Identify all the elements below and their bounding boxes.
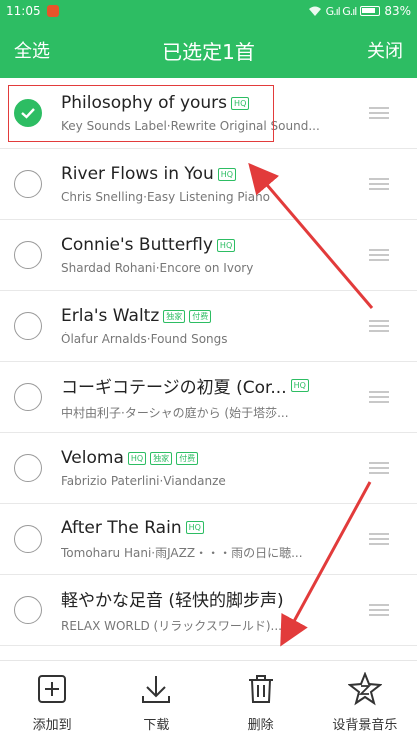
song-title-line: コーギコテージの初夏 (Cor... HQ <box>61 373 359 398</box>
drag-handle-icon[interactable] <box>369 107 389 119</box>
delete-button[interactable]: 删除 <box>209 661 313 744</box>
song-title: After The Rain <box>61 517 182 538</box>
quality-badge: HQ <box>217 167 237 181</box>
drag-handle-icon[interactable] <box>369 249 389 261</box>
drag-handle-icon[interactable] <box>369 391 389 403</box>
quality-badge: HQ <box>127 451 147 465</box>
song-row[interactable]: コーギコテージの初夏 (Cor... HQ 中村由利子·ターシャの庭から (始于塔莎… <box>0 362 417 433</box>
download-label: 下载 <box>143 718 170 733</box>
wifi-icon <box>308 6 322 17</box>
download-button[interactable]: 下载 <box>104 661 208 744</box>
song-subtitle: Shardad Rohani·Encore on Ivory <box>61 261 254 275</box>
song-subtitle: Ólafur Arnalds·Found Songs <box>61 332 228 346</box>
song-title-line: Erla's Waltz 独家 付费 <box>61 306 359 326</box>
song-list: Philosophy of yours HQ Key Sounds Label·Re… <box>0 78 417 646</box>
drag-handle-icon[interactable] <box>369 604 389 616</box>
download-icon <box>139 672 173 706</box>
bottom-action-bar: 添加到 下载 删除 设背景音乐 <box>0 660 417 744</box>
song-info: コーギコテージの初夏 (Cor... HQ 中村由利子·ターシャの庭から (始于塔莎… <box>61 373 359 421</box>
select-all-button[interactable]: 全选 <box>14 37 50 63</box>
quality-badge: HQ <box>216 238 236 252</box>
song-row[interactable]: After The Rain HQ Tomoharu Hani·雨JAZZ・・・雨の… <box>0 504 417 575</box>
quality-badge: HQ <box>231 96 250 110</box>
song-info: After The Rain HQ Tomoharu Hani·雨JAZZ・・・雨の… <box>61 518 359 561</box>
unchecked-checkbox[interactable] <box>14 596 42 624</box>
unchecked-checkbox[interactable] <box>14 312 42 340</box>
quality-badge: HQ <box>185 521 204 534</box>
notification-app-icon <box>46 5 59 17</box>
quality-badge: HQ <box>290 379 309 392</box>
star-z-icon <box>347 672 382 706</box>
song-info: Erla's Waltz 独家 付费 Ólafur Arnalds·Found Son… <box>61 306 359 346</box>
song-title: 軽やかな足音 (轻快的脚步声) <box>61 591 284 611</box>
trash-icon <box>244 672 278 706</box>
add-square-icon <box>35 672 69 706</box>
add-to-label: 添加到 <box>32 718 72 733</box>
quality-badge: 独家 <box>163 309 186 323</box>
delete-label: 删除 <box>247 718 274 733</box>
song-title: Philosophy of yours <box>61 93 228 113</box>
signal-indicator: G.ıl G.ıl <box>325 4 358 18</box>
battery-icon <box>360 6 381 16</box>
status-time: 11:05 <box>6 4 41 18</box>
unchecked-checkbox[interactable] <box>14 241 42 269</box>
song-row[interactable]: Erla's Waltz 独家 付费 Ólafur Arnalds·Found Son… <box>0 291 417 362</box>
song-subtitle: Fabrizio Paterlini·Viandanze <box>61 474 226 488</box>
song-row[interactable]: River Flows in You HQ Chris Snelling·Easy … <box>0 149 417 220</box>
song-info: Philosophy of yours HQ Key Sounds Label·Re… <box>61 93 359 133</box>
song-title-line: River Flows in You HQ <box>61 164 359 184</box>
quality-badge: 付费 <box>189 309 212 323</box>
set-background-music-button[interactable]: 设背景音乐 <box>313 661 417 744</box>
song-row[interactable]: 軽やかな足音 (轻快的脚步声) RELAX WORLD (リラックスワールド)..… <box>0 575 417 646</box>
song-subtitle: Chris Snelling·Easy Listening Piano <box>61 190 271 204</box>
header-bar: 全选 已选定1首 关闭 <box>0 22 417 78</box>
unchecked-checkbox[interactable] <box>14 383 42 411</box>
unchecked-checkbox[interactable] <box>14 170 42 198</box>
drag-handle-icon[interactable] <box>369 462 389 474</box>
song-title: Erla's Waltz <box>61 306 160 326</box>
unchecked-checkbox[interactable] <box>14 525 42 553</box>
song-title: コーギコテージの初夏 (Cor... <box>61 378 287 398</box>
song-info: Connie's Butterfly HQ Shardad Rohani·Encor… <box>61 235 359 275</box>
song-title-line: After The Rain HQ <box>61 518 359 538</box>
song-title-line: Connie's Butterfly HQ <box>61 235 359 255</box>
song-title-line: Veloma HQ 独家 付费 <box>61 448 359 468</box>
song-info: River Flows in You HQ Chris Snelling·Easy … <box>61 164 359 204</box>
song-info: 軽やかな足音 (轻快的脚步声) RELAX WORLD (リラックスワールド)..… <box>61 586 359 634</box>
song-title-line: Philosophy of yours HQ <box>61 93 359 113</box>
checked-checkbox[interactable] <box>14 99 42 127</box>
song-title-line: 軽やかな足音 (轻快的脚步声) <box>61 586 359 611</box>
song-row[interactable]: Philosophy of yours HQ Key Sounds Label·Re… <box>0 78 417 149</box>
song-row[interactable]: Veloma HQ 独家 付费 Fabrizio Paterlini·Viandanze <box>0 433 417 504</box>
drag-handle-icon[interactable] <box>369 178 389 190</box>
song-subtitle: Key Sounds Label·Rewrite Original Sound.… <box>61 119 320 133</box>
quality-badge: 独家 <box>150 451 173 465</box>
checkmark-icon <box>21 108 35 119</box>
add-to-button[interactable]: 添加到 <box>0 661 104 744</box>
song-subtitle: 中村由利子·ターシャの庭から (始于塔莎... <box>61 406 289 420</box>
drag-handle-icon[interactable] <box>369 320 389 332</box>
song-row[interactable]: Connie's Butterfly HQ Shardad Rohani·Encor… <box>0 220 417 291</box>
song-subtitle: RELAX WORLD (リラックスワールド)... <box>61 619 282 633</box>
close-button[interactable]: 关闭 <box>367 37 403 63</box>
song-info: Veloma HQ 独家 付费 Fabrizio Paterlini·Viandanze <box>61 448 359 488</box>
unchecked-checkbox[interactable] <box>14 454 42 482</box>
status-right: G.ıl G.ıl 83% <box>308 4 411 18</box>
battery-percent: 83% <box>384 4 411 18</box>
status-bar: 11:05 G.ıl G.ıl 83% <box>0 0 417 22</box>
song-title: Connie's Butterfly <box>61 235 213 255</box>
song-title: River Flows in You <box>61 164 214 184</box>
song-subtitle: Tomoharu Hani·雨JAZZ・・・雨の日に聴... <box>61 545 303 560</box>
page-title: 已选定1首 <box>162 39 255 64</box>
quality-badge: 付费 <box>176 451 199 465</box>
set-background-music-label: 设背景音乐 <box>332 718 398 733</box>
drag-handle-icon[interactable] <box>369 533 389 545</box>
song-title: Veloma <box>61 448 124 468</box>
